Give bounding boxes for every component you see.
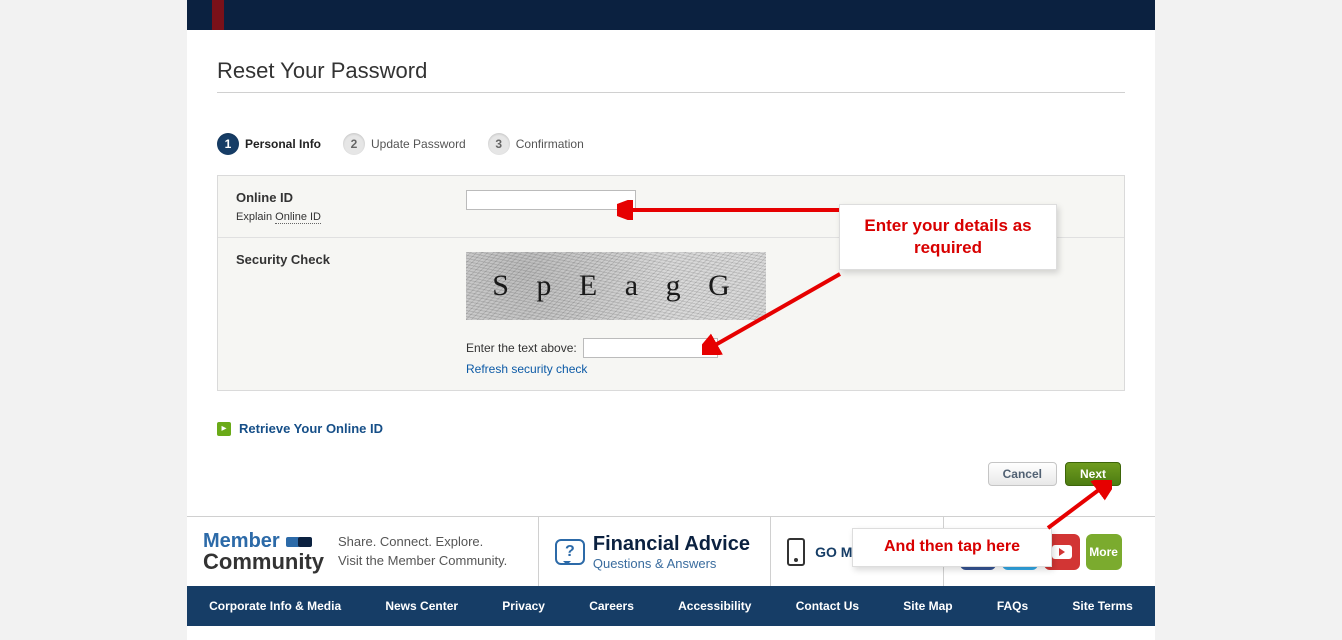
footer-accessibility[interactable]: Accessibility <box>678 599 751 613</box>
member-community-logo: Member Community <box>203 531 324 573</box>
explain-text: Explain Online ID <box>236 211 466 223</box>
footer-news-center[interactable]: News Center <box>385 599 458 613</box>
footer-corporate-info[interactable]: Corporate Info & Media <box>209 599 341 613</box>
fa-title: Financial Advice <box>593 533 750 556</box>
member-community-tagline: Share. Connect. Explore. Visit the Membe… <box>338 533 507 569</box>
financial-advice-promo[interactable]: ? Financial Advice Questions & Answers <box>539 517 771 586</box>
captcha-input-row: Enter the text above: <box>466 338 1106 358</box>
tagline-2: Visit the Member Community. <box>338 552 507 570</box>
security-check-label: Security Check <box>236 252 466 267</box>
question-bubble-icon: ? <box>555 539 585 565</box>
security-label-col: Security Check <box>236 252 466 376</box>
retrieve-row: ▸ Retrieve Your Online ID <box>217 421 1125 436</box>
more-social-button[interactable]: More <box>1086 534 1122 570</box>
footer-nav: Corporate Info & Media News Center Priva… <box>187 586 1155 626</box>
footer-careers[interactable]: Careers <box>589 599 634 613</box>
captcha-text: S p E a g G <box>492 269 740 303</box>
security-field-col: S p E a g G Enter the text above: Refres… <box>466 252 1106 376</box>
retrieve-online-id-link[interactable]: Retrieve Your Online ID <box>239 421 383 436</box>
page-title: Reset Your Password <box>217 58 1125 93</box>
bullet-icon: ▸ <box>217 422 231 436</box>
captcha-enter-label: Enter the text above: <box>466 341 577 355</box>
online-id-input[interactable] <box>466 190 636 210</box>
online-id-label-col: Online ID Explain Online ID <box>236 190 466 223</box>
step-badge: 1 <box>217 133 239 155</box>
callout-enter-details: Enter your details as required <box>839 204 1057 270</box>
online-id-label: Online ID <box>236 190 466 205</box>
step-update-password: 2 Update Password <box>343 133 466 155</box>
captcha-input[interactable] <box>583 338 718 358</box>
step-confirmation: 3 Confirmation <box>488 133 584 155</box>
phone-icon <box>787 538 805 566</box>
footer-faqs[interactable]: FAQs <box>997 599 1028 613</box>
callout-tap-here: And then tap here <box>852 528 1052 567</box>
step-personal-info: 1 Personal Info <box>217 133 321 155</box>
footer-contact-us[interactable]: Contact Us <box>796 599 859 613</box>
top-bar <box>187 0 1155 30</box>
explain-online-id-link[interactable]: Online ID <box>275 211 321 224</box>
community-text: Community <box>203 551 324 573</box>
brand-accent <box>212 0 224 30</box>
next-button[interactable]: Next <box>1065 462 1121 486</box>
captcha-image: S p E a g G <box>466 252 766 320</box>
footer-privacy[interactable]: Privacy <box>502 599 545 613</box>
cancel-button[interactable]: Cancel <box>988 462 1057 486</box>
step-label: Confirmation <box>516 137 584 151</box>
step-label: Personal Info <box>245 137 321 151</box>
explain-prefix: Explain <box>236 211 275 223</box>
step-indicator: 1 Personal Info 2 Update Password 3 Conf… <box>217 133 1125 155</box>
step-badge: 2 <box>343 133 365 155</box>
financial-advice-text: Financial Advice Questions & Answers <box>593 533 750 571</box>
step-badge: 3 <box>488 133 510 155</box>
fa-subtitle: Questions & Answers <box>593 556 750 571</box>
page-wrapper: Reset Your Password 1 Personal Info 2 Up… <box>187 0 1155 640</box>
member-community-promo[interactable]: Member Community Share. Connect. Explore… <box>187 517 539 586</box>
refresh-captcha-link[interactable]: Refresh security check <box>466 362 1106 376</box>
tagline-1: Share. Connect. Explore. <box>338 533 507 551</box>
speech-bubble-icon <box>288 537 312 547</box>
step-label: Update Password <box>371 137 466 151</box>
action-buttons: Cancel Next <box>217 462 1125 486</box>
footer-site-map[interactable]: Site Map <box>903 599 952 613</box>
footer-site-terms[interactable]: Site Terms <box>1072 599 1132 613</box>
